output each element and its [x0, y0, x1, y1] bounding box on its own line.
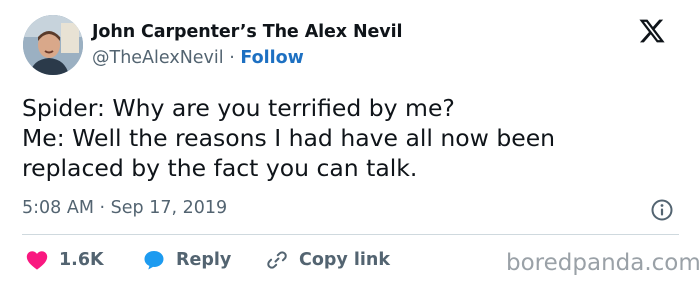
divider: [22, 234, 679, 235]
author-display-name[interactable]: John Carpenter’s The Alex Nevil: [92, 22, 403, 42]
reply-label: Reply: [176, 250, 232, 270]
tweet-line: Spider: Why are you terrified by me?: [22, 94, 455, 122]
tweet-text: Spider: Why are you terrified by me? Me:…: [22, 93, 662, 183]
avatar-photo: [23, 15, 83, 75]
watermark: boredpanda.com: [506, 250, 700, 276]
timestamp-separator: ·: [99, 198, 106, 218]
avatar[interactable]: [23, 15, 83, 75]
tweet-time: 5:08 AM: [22, 198, 94, 218]
x-logo-icon[interactable]: [638, 17, 666, 45]
follow-button[interactable]: Follow: [240, 48, 303, 68]
copy-link-button[interactable]: Copy link: [265, 248, 390, 272]
tweet-line: Me: Well the reasons I had have all now …: [22, 124, 556, 152]
reply-button[interactable]: Reply: [142, 248, 231, 272]
like-count: 1.6K: [59, 250, 104, 270]
tweet-line: replaced by the fact you can talk.: [22, 154, 418, 182]
author-handle[interactable]: @TheAlexNevil: [92, 48, 224, 68]
handle-separator: ·: [229, 48, 235, 68]
copy-link-label: Copy link: [299, 250, 390, 270]
like-button[interactable]: 1.6K: [25, 248, 104, 272]
info-icon[interactable]: [650, 198, 674, 222]
heart-icon: [26, 251, 48, 270]
link-icon: [267, 251, 287, 269]
tweet-date: Sep 17, 2019: [110, 198, 228, 218]
speech-bubble-icon: [144, 251, 164, 270]
author-handle-row: @TheAlexNevil · Follow: [92, 48, 304, 68]
tweet-timestamp[interactable]: 5:08 AM · Sep 17, 2019: [22, 198, 227, 218]
